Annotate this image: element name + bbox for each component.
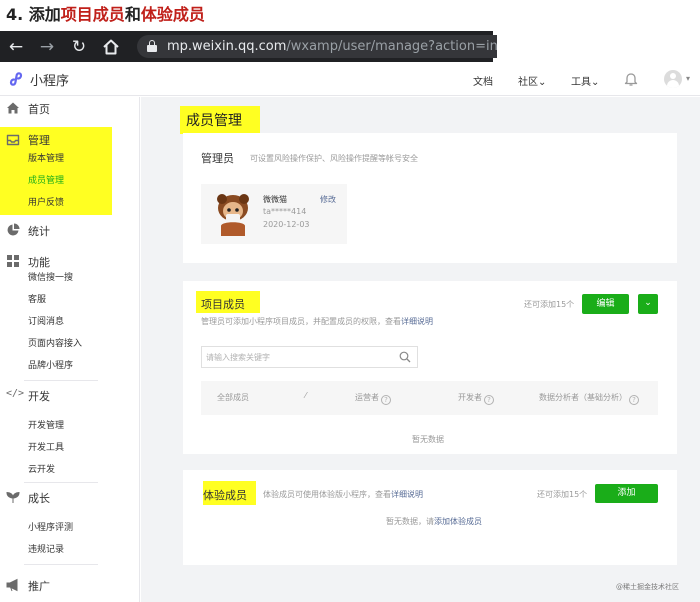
sidebar-item-growth[interactable]: 成长: [28, 490, 50, 506]
search-icon[interactable]: [399, 351, 411, 363]
pencil-icon: ⁄: [305, 391, 307, 400]
add-trial-member-button[interactable]: 添加: [595, 484, 658, 503]
col-operator: 运营者?: [355, 392, 391, 405]
logo-text: 小程序: [30, 74, 70, 89]
caption-part1: 项目成员: [60, 5, 125, 24]
trial-members-desc: 体验成员可使用体验版小程序，查看详细说明: [263, 490, 423, 499]
sidebar-item-feedback[interactable]: 用户反馈: [28, 195, 64, 208]
sidebar-divider: [24, 380, 98, 381]
sidebar-divider: [24, 482, 98, 483]
admin-desc: 可设置风险操作保护、风险操作提醒等帐号安全: [250, 154, 418, 163]
inbox-icon: [6, 134, 20, 146]
watermark: @稀土掘金技术社区: [616, 583, 679, 591]
members-table-header: 全部成员 ⁄ 运营者? 开发者? 数据分析者（基础分析）?: [201, 381, 658, 415]
home-icon: [7, 102, 19, 114]
project-members-desc: 管理员可添加小程序项目成员，并配置成员的权限，查看详细说明: [201, 317, 433, 326]
tutorial-caption: 4. 添加项目成员和体验成员: [6, 4, 205, 28]
chevron-down-icon[interactable]: ▾: [686, 74, 690, 83]
sidebar-item-subscribe[interactable]: 订阅消息: [28, 314, 64, 327]
sidebar-item-dev-tools[interactable]: 开发工具: [28, 440, 64, 453]
sidebar-item-search[interactable]: 微信搜一搜: [28, 270, 73, 283]
bell-icon[interactable]: [624, 71, 638, 87]
sidebar-item-service[interactable]: 客服: [28, 292, 46, 305]
admin-info: 微微猫 修改 ta*****414 2020-12-03: [201, 184, 347, 244]
sidebar-item-promo[interactable]: 推广: [28, 578, 50, 594]
admin-name: 微微猫: [263, 195, 287, 204]
caption-part2: 体验成员: [140, 5, 205, 24]
avatar[interactable]: [664, 70, 682, 88]
sidebar-item-stats[interactable]: 统计: [28, 223, 50, 239]
sidebar-item-violation[interactable]: 违规记录: [28, 542, 64, 555]
sidebar-item-cloud[interactable]: 云开发: [28, 462, 55, 475]
admin-title: 管理员: [201, 152, 234, 165]
pie-chart-icon: [7, 223, 20, 236]
search-input[interactable]: [206, 350, 386, 365]
project-empty-state: 暂无数据: [412, 435, 444, 444]
page-title: 成员管理: [186, 113, 242, 129]
sidebar-item-features[interactable]: 功能: [28, 254, 50, 270]
reload-icon[interactable]: ↻: [69, 37, 89, 57]
add-trial-member-link[interactable]: 添加体验成员: [434, 517, 482, 526]
member-search: [201, 346, 418, 368]
sidebar-item-dev-manage[interactable]: 开发管理: [28, 418, 64, 431]
chevron-down-icon: ⌄: [644, 298, 652, 308]
sidebar-item-manage[interactable]: 管理: [28, 132, 50, 148]
project-remaining-count: 还可添加15个: [524, 300, 575, 309]
caption-prefix: 4. 添加: [6, 5, 61, 24]
nav-community[interactable]: 社区⌄: [518, 73, 546, 88]
sprout-icon: [6, 491, 20, 503]
edit-members-button[interactable]: 编辑: [582, 294, 629, 314]
nav-tools[interactable]: 工具⌄: [571, 73, 599, 88]
trial-members-title: 体验成员: [203, 489, 247, 502]
admin-id: ta*****414: [263, 207, 307, 216]
sidebar-item-content[interactable]: 页面内容接入: [28, 336, 82, 349]
question-icon[interactable]: ?: [484, 395, 494, 405]
lock-icon: [147, 40, 157, 52]
sidebar-item-brand[interactable]: 品牌小程序: [28, 358, 73, 371]
forward-arrow-icon[interactable]: →: [37, 37, 57, 57]
question-icon[interactable]: ?: [629, 395, 639, 405]
sidebar-item-version[interactable]: 版本管理: [28, 151, 64, 164]
browser-toolbar: ← → ↻ mp.weixin.qq.com/wxamp/user/manage…: [0, 31, 497, 62]
miniprogram-logo-icon: [9, 72, 23, 86]
sidebar-item-members[interactable]: 成员管理: [28, 173, 64, 186]
chevron-down-icon: ⌄: [591, 77, 600, 88]
code-icon: </>: [6, 388, 25, 399]
url-text: mp.weixin.qq.com/wxamp/user/manage?actio…: [167, 39, 497, 54]
col-developer: 开发者?: [458, 392, 494, 405]
nav-docs[interactable]: 文档: [473, 73, 493, 88]
chevron-down-icon: ⌄: [538, 77, 547, 88]
grid-icon: [7, 255, 19, 267]
project-detail-link[interactable]: 详细说明: [401, 317, 433, 326]
sidebar-item-home[interactable]: 首页: [28, 101, 50, 117]
address-bar[interactable]: mp.weixin.qq.com/wxamp/user/manage?actio…: [137, 35, 497, 58]
caption-mid: 和: [124, 5, 141, 24]
megaphone-icon: [6, 578, 18, 592]
col-analyst: 数据分析者（基础分析）?: [539, 392, 639, 405]
project-members-title: 项目成员: [201, 298, 245, 311]
sidebar-divider: [24, 564, 98, 565]
trial-empty-state: 暂无数据，请添加体验成员: [386, 517, 482, 526]
sidebar-item-dev[interactable]: 开发: [28, 388, 50, 404]
back-arrow-icon[interactable]: ←: [6, 37, 26, 57]
sidebar-item-review[interactable]: 小程序评测: [28, 520, 73, 533]
admin-avatar: [217, 194, 249, 236]
admin-date: 2020-12-03: [263, 220, 310, 229]
col-all-members: 全部成员: [217, 393, 249, 402]
question-icon[interactable]: ?: [381, 395, 391, 405]
more-options-button[interactable]: ⌄: [638, 294, 658, 314]
trial-detail-link[interactable]: 详细说明: [391, 490, 423, 499]
home-icon[interactable]: [101, 37, 121, 57]
admin-edit-link[interactable]: 修改: [320, 194, 336, 205]
app-header: 小程序 文档 社区⌄ 工具⌄ ▾: [0, 62, 700, 96]
trial-remaining-count: 还可添加15个: [537, 490, 588, 499]
